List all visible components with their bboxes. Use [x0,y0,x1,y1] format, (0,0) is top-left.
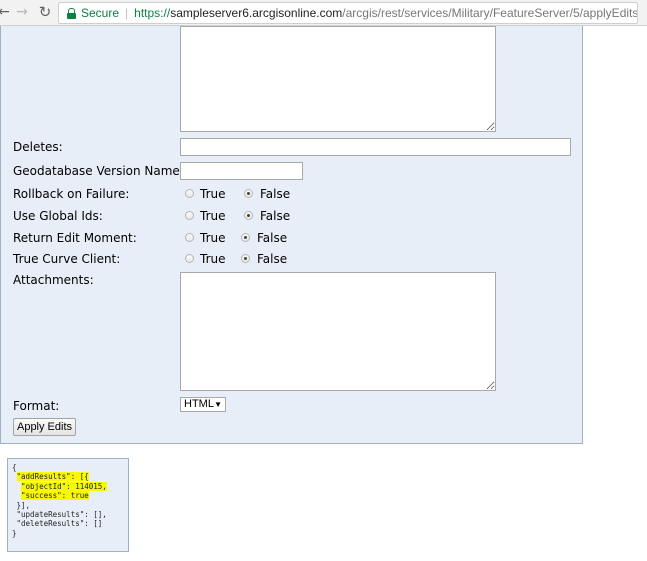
secure-label: Secure [81,6,120,20]
add-results-highlight: "addResults": [{ [16,472,89,482]
true-curve-false-radio[interactable] [241,254,250,263]
dropdown-caret-icon: ▼ [214,400,222,409]
edit-moment-false-text: False [257,231,288,245]
gdb-version-input[interactable] [180,162,303,180]
format-select-value: HTML [184,398,214,410]
url-scheme: https:// [134,6,171,20]
rollback-false-text: False [260,187,291,201]
deletes-label: Deletes: [13,140,63,154]
success-highlight: "success": true [21,491,89,501]
format-select[interactable]: HTML ▼ [180,397,226,412]
response-output: { "addResults": [{ "objectId": 114015, "… [7,458,129,552]
rollback-true-radio[interactable] [185,189,194,198]
response-line: "deleteResults": [] [12,519,103,529]
url-host: sampleserver6.arcgisonline.com [170,6,343,20]
forward-arrow-icon[interactable]: → [14,3,30,21]
edit-moment-true-text: True [200,231,226,245]
use-global-ids-label: Use Global Ids: [13,209,103,223]
rollback-label: Rollback on Failure: [13,187,130,201]
global-ids-false-radio[interactable] [244,211,253,220]
edit-moment-false-radio[interactable] [241,233,250,242]
response-line: }], [12,500,31,510]
response-line-indent [12,472,17,481]
url-path: /arcgis/rest/services/Military/FeatureSe… [342,6,638,20]
response-line: { [12,463,17,472]
true-curve-label: True Curve Client: [13,252,121,266]
format-label: Format: [13,399,60,413]
lock-icon [67,8,76,19]
response-line-indent [12,491,21,500]
apply-edits-form: Deletes: Geodatabase Version Name: Rollb… [0,26,583,444]
apply-edits-button[interactable]: Apply Edits [13,418,76,436]
attachments-textarea[interactable] [180,272,496,391]
global-ids-true-text: True [200,209,226,223]
attachments-label: Attachments: [13,273,94,287]
reload-icon[interactable]: ↻ [37,3,53,21]
true-curve-false-text: False [257,252,288,266]
object-id-highlight: "objectId": 114015, [21,481,107,491]
back-arrow-icon[interactable]: ← [0,3,12,21]
true-curve-true-text: True [200,252,226,266]
url-separator: | [125,6,129,20]
response-line: } [12,528,17,538]
rollback-true-text: True [200,187,226,201]
browser-toolbar: ← → ↻ Secure | https://sampleserver6.arcgi… [0,0,647,26]
global-ids-false-text: False [260,209,291,223]
true-curve-true-radio[interactable] [185,254,194,263]
rollback-false-radio[interactable] [244,189,253,198]
updates-textarea[interactable] [180,26,496,132]
response-line-indent [12,482,21,491]
response-line: "updateResults": [], [12,510,107,520]
response-json: { "addResults": [{ "objectId": 114015, "… [12,463,107,538]
gdb-version-label: Geodatabase Version Name: [13,164,184,178]
global-ids-true-radio[interactable] [185,211,194,220]
return-edit-moment-label: Return Edit Moment: [13,231,137,245]
edit-moment-true-radio[interactable] [185,233,194,242]
deletes-input[interactable] [180,138,571,156]
address-bar[interactable]: Secure | https://sampleserver6.arcgisonlin… [58,2,638,24]
